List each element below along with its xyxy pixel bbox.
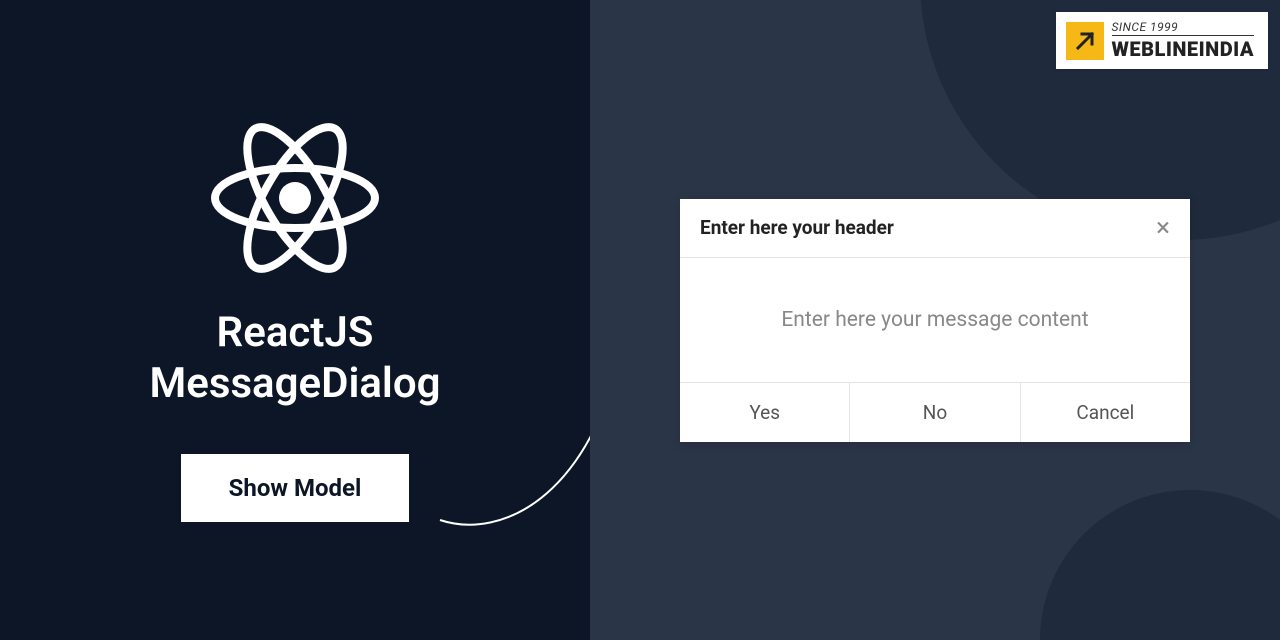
title-line-1: ReactJS [217,308,374,357]
dialog-header: Enter here your header × [680,199,1190,258]
title-line-2: MessageDialog [150,359,441,408]
left-panel: ReactJS MessageDialog Show Model [0,0,590,640]
page-title: ReactJS MessageDialog [150,308,441,409]
blob-bottom-decoration [1040,490,1280,640]
react-icon [205,118,385,278]
brand-since: SINCE 1999 [1112,20,1254,36]
dialog-footer: Yes No Cancel [680,382,1190,442]
brand-arrow-icon [1066,22,1104,60]
message-dialog: Enter here your header × Enter here your… [680,199,1190,442]
brand-name: WEBLINEINDIA [1112,37,1254,61]
dialog-body: Enter here your message content [680,258,1190,382]
cancel-button[interactable]: Cancel [1021,383,1190,442]
right-panel: Enter here your header × Enter here your… [590,0,1280,640]
no-button[interactable]: No [850,383,1020,442]
close-icon[interactable]: × [1156,215,1170,241]
dialog-header-text: Enter here your header [700,216,894,239]
brand-text: SINCE 1999 WEBLINEINDIA [1112,20,1254,61]
show-model-button[interactable]: Show Model [181,454,410,522]
main-container: ReactJS MessageDialog Show Model Enter h… [0,0,1280,640]
yes-button[interactable]: Yes [680,383,850,442]
brand-badge: SINCE 1999 WEBLINEINDIA [1056,12,1268,69]
arrow-decoration [400,280,590,540]
